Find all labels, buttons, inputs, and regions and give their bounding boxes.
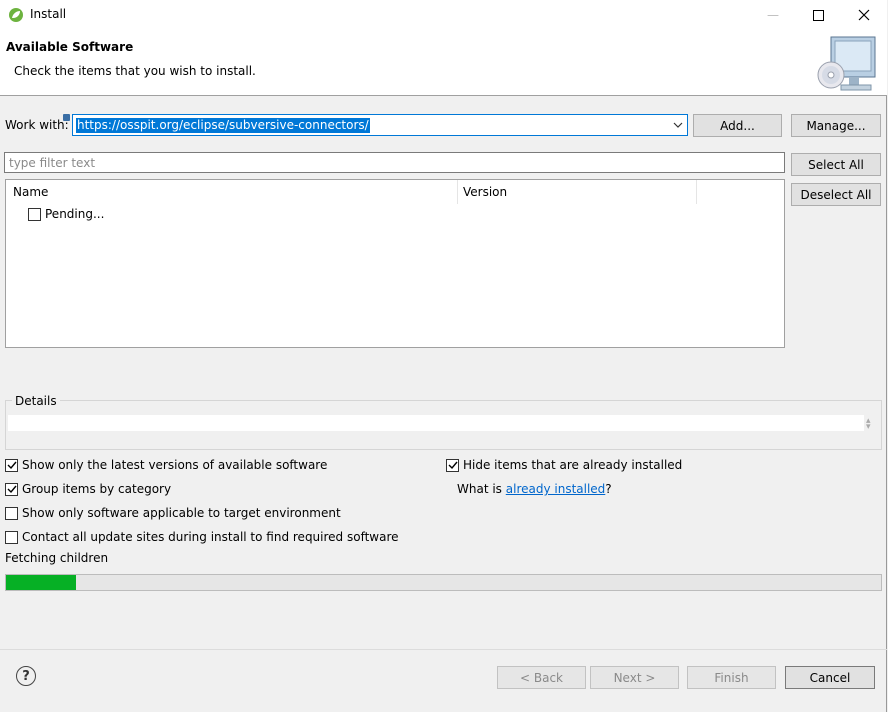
work-with-value: https://osspit.org/eclipse/subversive-co… (76, 118, 370, 133)
details-text-area[interactable] (8, 415, 864, 431)
help-icon[interactable]: ? (16, 666, 36, 686)
install-dialog (0, 0, 887, 712)
maximize-icon (812, 9, 824, 21)
checkmark-icon (7, 461, 17, 470)
applicable-only-checkbox[interactable] (5, 506, 18, 520)
contact-all-sites-option[interactable]: Contact all update sites during install … (5, 530, 399, 544)
latest-versions-checkbox[interactable] (5, 458, 18, 472)
latest-versions-label: Show only the latest versions of availab… (22, 458, 328, 472)
work-with-label: Work with: (5, 118, 69, 132)
page-title: Available Software (6, 40, 134, 54)
select-all-button[interactable]: Select All (791, 153, 881, 176)
latest-versions-option[interactable]: Show only the latest versions of availab… (5, 458, 327, 472)
filter-field[interactable] (4, 152, 785, 173)
hide-installed-option[interactable]: Hide items that are already installed (446, 458, 682, 472)
hide-installed-label: Hide items that are already installed (463, 458, 683, 472)
details-label: Details (12, 394, 60, 408)
group-by-category-label: Group items by category (22, 482, 172, 496)
cancel-button[interactable]: Cancel (785, 666, 875, 689)
close-button[interactable] (841, 0, 887, 30)
row-name: Pending... (45, 207, 105, 221)
window-title: Install (30, 7, 67, 21)
checkmark-icon (448, 461, 458, 470)
what-is-suffix: ? (605, 482, 612, 496)
row-checkbox[interactable] (28, 207, 41, 221)
deselect-all-button[interactable]: Deselect All (791, 183, 881, 206)
details-scroll-arrows[interactable]: ▴ ▾ (866, 417, 871, 432)
column-header-name[interactable]: Name (13, 185, 48, 199)
chevron-down-icon[interactable] (671, 118, 685, 132)
column-divider (696, 180, 697, 204)
info-decoration-icon (63, 114, 70, 121)
software-table: Name Version Pending... (5, 179, 785, 348)
filter-input[interactable] (5, 153, 784, 172)
next-button[interactable]: Next > (590, 666, 679, 689)
close-icon (858, 9, 870, 21)
progress-bar (5, 574, 882, 591)
work-with-combo[interactable]: https://osspit.org/eclipse/subversive-co… (72, 114, 688, 136)
maximize-button[interactable] (795, 0, 841, 30)
group-by-category-checkbox[interactable] (5, 482, 18, 496)
what-is-installed-text: What is already installed? (457, 482, 612, 496)
page-subtitle: Check the items that you wish to install… (14, 64, 256, 78)
what-is-prefix: What is (457, 482, 506, 496)
status-text: Fetching children (5, 551, 109, 565)
background-ide-strip (888, 0, 894, 712)
hide-installed-checkbox[interactable] (446, 458, 459, 472)
spring-leaf-icon (9, 8, 23, 22)
contact-all-sites-checkbox[interactable] (5, 530, 18, 544)
checkmark-icon (7, 485, 17, 494)
manage-button[interactable]: Manage... (791, 114, 881, 137)
table-row[interactable]: Pending... (28, 207, 104, 221)
footer-divider (0, 649, 887, 650)
applicable-only-option[interactable]: Show only software applicable to target … (5, 506, 341, 520)
back-button[interactable]: < Back (497, 666, 586, 689)
minimize-button[interactable]: — (750, 0, 796, 30)
applicable-only-label: Show only software applicable to target … (22, 506, 341, 520)
add-button[interactable]: Add... (693, 114, 782, 137)
contact-all-sites-label: Contact all update sites during install … (22, 530, 399, 544)
install-monitor-icon (817, 36, 876, 91)
column-divider (457, 180, 458, 204)
already-installed-link[interactable]: already installed (506, 482, 606, 496)
group-by-category-option[interactable]: Group items by category (5, 482, 171, 496)
finish-button[interactable]: Finish (687, 666, 776, 689)
progress-fill (6, 575, 76, 590)
column-header-version[interactable]: Version (463, 185, 507, 199)
